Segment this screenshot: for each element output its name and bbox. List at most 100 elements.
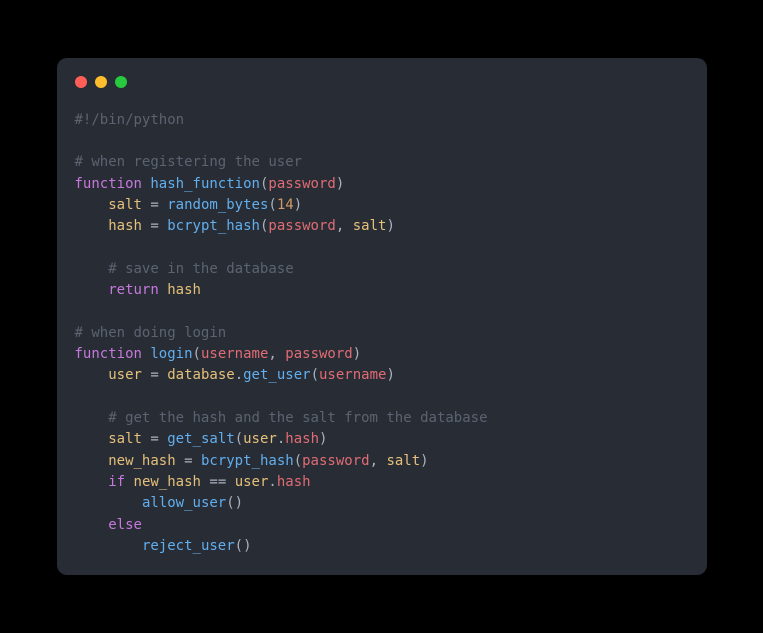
code-token: hash_function <box>150 176 260 192</box>
code-token: username <box>201 346 268 362</box>
code-token: random_bytes <box>167 197 268 213</box>
code-token: ) <box>386 367 394 383</box>
code-token <box>159 367 167 383</box>
code-token: password <box>302 453 369 469</box>
close-icon[interactable] <box>75 76 87 88</box>
code-token: hash <box>285 431 319 447</box>
code-token: salt <box>386 453 420 469</box>
code-token: get_salt <box>167 431 234 447</box>
code-token <box>159 218 167 234</box>
code-token: if <box>108 474 125 490</box>
code-line: return hash <box>75 280 689 301</box>
code-token: bcrypt_hash <box>201 453 294 469</box>
code-token: user <box>108 367 142 383</box>
code-token: () <box>226 495 243 511</box>
code-line: # when registering the user <box>75 152 689 173</box>
code-token: ) <box>386 218 394 234</box>
code-token: . <box>268 474 276 490</box>
code-token <box>159 431 167 447</box>
code-token <box>176 453 184 469</box>
code-token <box>344 218 352 234</box>
code-token: reject_user <box>142 538 235 554</box>
code-token: hash <box>277 474 311 490</box>
code-token: allow_user <box>142 495 226 511</box>
code-line: # get the hash and the salt from the dat… <box>75 408 689 429</box>
code-token: == <box>209 474 226 490</box>
code-line: else <box>75 515 689 536</box>
code-token <box>226 474 234 490</box>
code-line: salt = random_bytes(14) <box>75 195 689 216</box>
code-token <box>193 453 201 469</box>
code-token: # when doing login <box>75 325 227 341</box>
code-token: salt <box>108 431 142 447</box>
code-token: = <box>150 197 158 213</box>
code-token: ) <box>353 346 361 362</box>
code-token: user <box>235 474 269 490</box>
code-token: database <box>167 367 234 383</box>
code-line: function hash_function(password) <box>75 174 689 195</box>
code-token: salt <box>353 218 387 234</box>
code-token: ( <box>311 367 319 383</box>
code-line <box>75 238 689 259</box>
code-token: bcrypt_hash <box>167 218 260 234</box>
code-token: ) <box>336 176 344 192</box>
code-token: else <box>108 517 142 533</box>
code-line: reject_user() <box>75 536 689 557</box>
code-line: # save in the database <box>75 259 689 280</box>
code-token: hash <box>108 218 142 234</box>
code-line <box>75 131 689 152</box>
code-token: function <box>75 346 142 362</box>
code-token: password <box>285 346 352 362</box>
code-token: , <box>268 346 276 362</box>
maximize-icon[interactable] <box>115 76 127 88</box>
code-token: return <box>108 282 159 298</box>
code-line: function login(username, password) <box>75 344 689 365</box>
code-block: #!/bin/python # when registering the use… <box>75 110 689 557</box>
code-token: ( <box>268 197 276 213</box>
code-token <box>159 197 167 213</box>
code-token: salt <box>108 197 142 213</box>
code-line: new_hash = bcrypt_hash(password, salt) <box>75 451 689 472</box>
code-line: user = database.get_user(username) <box>75 365 689 386</box>
code-token: ) <box>420 453 428 469</box>
code-line: allow_user() <box>75 493 689 514</box>
code-token: ( <box>294 453 302 469</box>
minimize-icon[interactable] <box>95 76 107 88</box>
code-token: password <box>268 218 335 234</box>
code-token: , <box>370 453 378 469</box>
window-titlebar <box>75 76 689 88</box>
code-token: get_user <box>243 367 310 383</box>
code-line: if new_hash == user.hash <box>75 472 689 493</box>
code-token: = <box>184 453 192 469</box>
code-token: user <box>243 431 277 447</box>
code-line <box>75 302 689 323</box>
code-token: username <box>319 367 386 383</box>
code-token: function <box>75 176 142 192</box>
code-line: salt = get_salt(user.hash) <box>75 429 689 450</box>
code-token: # when registering the user <box>75 154 303 170</box>
code-token: = <box>150 431 158 447</box>
code-token: login <box>150 346 192 362</box>
code-token: = <box>150 367 158 383</box>
code-token: password <box>268 176 335 192</box>
code-token <box>159 282 167 298</box>
code-token: new_hash <box>134 474 201 490</box>
code-line: # when doing login <box>75 323 689 344</box>
code-token <box>125 474 133 490</box>
code-token: new_hash <box>108 453 175 469</box>
code-line: hash = bcrypt_hash(password, salt) <box>75 216 689 237</box>
code-token: 14 <box>277 197 294 213</box>
code-window: #!/bin/python # when registering the use… <box>57 58 707 575</box>
code-token: . <box>235 367 243 383</box>
code-line: #!/bin/python <box>75 110 689 131</box>
code-token: ( <box>193 346 201 362</box>
code-token: () <box>235 538 252 554</box>
code-token: # get the hash and the salt from the dat… <box>108 410 487 426</box>
code-token: ) <box>319 431 327 447</box>
code-token: ) <box>294 197 302 213</box>
code-line <box>75 387 689 408</box>
code-token: ( <box>235 431 243 447</box>
code-token: = <box>150 218 158 234</box>
code-token: hash <box>167 282 201 298</box>
code-token: #!/bin/python <box>75 112 185 128</box>
